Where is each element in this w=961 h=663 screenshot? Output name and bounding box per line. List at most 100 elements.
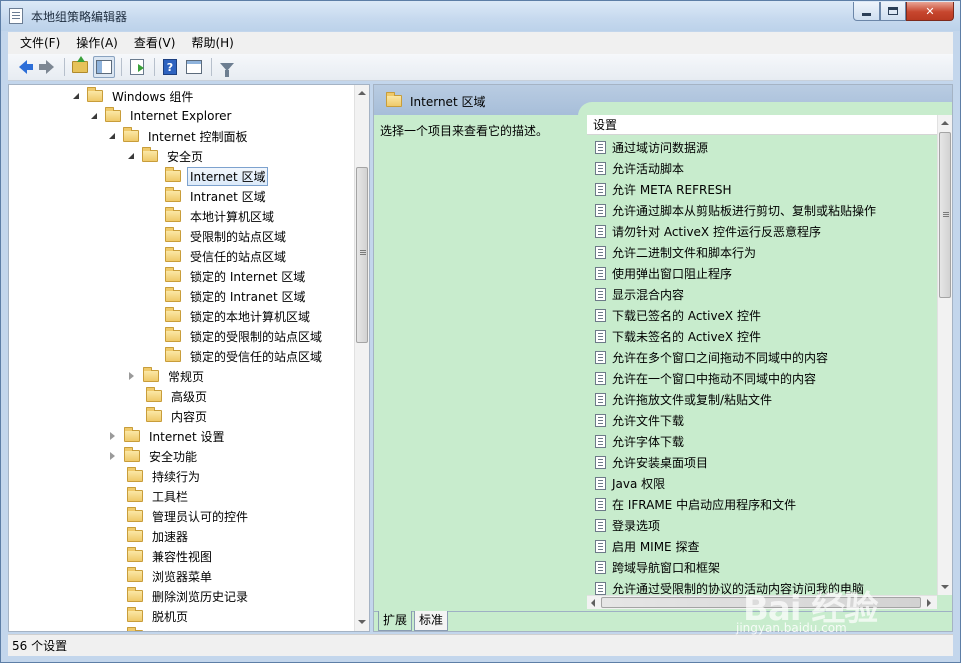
setting-row[interactable]: 通过域访问数据源 <box>587 137 708 158</box>
setting-row[interactable]: 允许拖放文件或复制/粘贴文件 <box>587 389 772 410</box>
tree-item-label: 删除浏览历史记录 <box>152 589 249 604</box>
tree-item[interactable]: 隐私 <box>107 626 179 631</box>
setting-row[interactable]: Java 权限 <box>587 473 665 494</box>
filter-button[interactable] <box>216 56 238 78</box>
setting-row[interactable]: 跨域导航窗口和框架 <box>587 557 720 578</box>
setting-row[interactable]: 允许活动脚本 <box>587 158 684 179</box>
scroll-up-icon[interactable] <box>941 121 949 125</box>
tree-item[interactable]: 脱机页 <box>107 606 191 626</box>
tree-item[interactable]: 常规页 <box>126 366 207 386</box>
tree-item[interactable]: Intranet 区域 <box>145 186 269 206</box>
scroll-up-icon[interactable] <box>358 91 366 95</box>
setting-row[interactable]: 允许在多个窗口之间拖动不同域中的内容 <box>587 347 828 368</box>
tree-item[interactable]: Internet Explorer <box>89 106 234 126</box>
tree-item[interactable]: Internet 区域 <box>145 166 269 186</box>
tree-item-label: 锁定的受信任的站点区域 <box>190 349 323 364</box>
back-button[interactable] <box>12 56 34 78</box>
scroll-down-icon[interactable] <box>358 620 366 624</box>
settings-scroll-thumb[interactable] <box>939 132 951 298</box>
tree-item[interactable]: Windows 组件 <box>71 86 196 106</box>
menu-bar: 文件(F) 操作(A) 查看(V) 帮助(H) <box>8 32 953 54</box>
tree-item[interactable]: 工具栏 <box>107 486 191 506</box>
tree-item[interactable]: 锁定的 Intranet 区域 <box>145 286 308 306</box>
toolbar-separator <box>211 58 212 76</box>
properties-button[interactable] <box>183 56 205 78</box>
setting-row[interactable]: 允许二进制文件和脚本行为 <box>587 242 756 263</box>
scroll-right-icon[interactable] <box>927 599 931 607</box>
setting-row[interactable]: 允许 META REFRESH <box>587 179 732 200</box>
expand-arrow-icon[interactable] <box>73 93 79 99</box>
title-bar[interactable]: 本地组策略编辑器 ✕ <box>1 1 960 31</box>
menu-action[interactable]: 操作(A) <box>68 32 126 54</box>
tree-item[interactable]: 锁定的受信任的站点区域 <box>145 346 325 366</box>
folder-icon <box>165 287 181 302</box>
setting-row[interactable]: 登录选项 <box>587 515 660 536</box>
setting-row[interactable]: 下载已签名的 ActiveX 控件 <box>587 305 761 326</box>
show-hide-tree-button[interactable] <box>93 56 115 78</box>
tree-item[interactable]: 内容页 <box>126 406 210 426</box>
tree-item[interactable]: 锁定的 Internet 区域 <box>145 266 308 286</box>
tree-item[interactable]: 本地计算机区域 <box>145 206 277 226</box>
folder-icon <box>87 87 103 102</box>
export-list-button[interactable] <box>126 56 148 78</box>
menu-view[interactable]: 查看(V) <box>126 32 184 54</box>
tree-item[interactable]: 受信任的站点区域 <box>145 246 289 266</box>
setting-row[interactable]: 显示混合内容 <box>587 284 684 305</box>
tree-item[interactable]: Internet 控制面板 <box>107 126 250 146</box>
tree-item[interactable]: Internet 设置 <box>107 426 227 446</box>
minimize-button[interactable] <box>853 2 880 21</box>
setting-row[interactable]: 在 IFRAME 中启动应用程序和文件 <box>587 494 796 515</box>
tree-item[interactable]: 受限制的站点区域 <box>145 226 289 246</box>
setting-label: 通过域访问数据源 <box>612 141 709 155</box>
setting-row[interactable]: 允许在一个窗口中拖动不同域中的内容 <box>587 368 816 389</box>
setting-row[interactable]: 下载未签名的 ActiveX 控件 <box>587 326 761 347</box>
setting-row[interactable]: 允许字体下载 <box>587 431 684 452</box>
setting-row[interactable]: 请勿针对 ActiveX 控件运行反恶意程序 <box>587 221 821 242</box>
menu-file[interactable]: 文件(F) <box>12 32 68 54</box>
tree-item[interactable]: 管理员认可的控件 <box>107 506 251 526</box>
tree-item[interactable]: 锁定的本地计算机区域 <box>145 306 313 326</box>
tree-item[interactable]: 浏览器菜单 <box>107 566 215 586</box>
tree-scroll-thumb[interactable] <box>356 167 368 343</box>
setting-row[interactable]: 允许通过脚本从剪贴板进行剪切、复制或粘贴操作 <box>587 200 876 221</box>
tree-item[interactable]: 安全页 <box>126 146 206 166</box>
policy-setting-icon <box>595 582 606 595</box>
setting-row[interactable]: 启用 MIME 探查 <box>587 536 699 557</box>
setting-row[interactable]: 使用弹出窗口阻止程序 <box>587 263 732 284</box>
status-bar: 56 个设置 <box>8 634 953 656</box>
forward-button[interactable] <box>36 56 58 78</box>
folder-icon <box>142 147 158 162</box>
settings-vertical-scrollbar[interactable] <box>937 115 952 595</box>
tree-item[interactable]: 安全功能 <box>107 446 200 466</box>
collapse-arrow-icon[interactable] <box>110 432 115 440</box>
tree-item[interactable]: 加速器 <box>107 526 191 546</box>
expand-arrow-icon[interactable] <box>91 113 97 119</box>
up-one-level-button[interactable] <box>69 56 91 78</box>
scroll-down-icon[interactable] <box>941 585 949 589</box>
policy-setting-icon <box>595 246 606 259</box>
tree-item[interactable]: 删除浏览历史记录 <box>107 586 251 606</box>
expand-arrow-icon[interactable] <box>128 153 134 159</box>
collapse-arrow-icon[interactable] <box>129 372 134 380</box>
tab-extended[interactable]: 扩展 <box>378 611 413 631</box>
setting-row[interactable]: 允许文件下载 <box>587 410 684 431</box>
menu-help[interactable]: 帮助(H) <box>183 32 241 54</box>
tab-standard[interactable]: 标准 <box>414 611 449 631</box>
tree-item[interactable]: 高级页 <box>126 386 210 406</box>
tree-item[interactable]: 锁定的受限制的站点区域 <box>145 326 325 346</box>
maximize-button[interactable] <box>880 2 906 21</box>
help-button[interactable]: ? <box>159 56 181 78</box>
close-button[interactable]: ✕ <box>906 2 954 21</box>
tree-vertical-scrollbar[interactable] <box>354 85 369 631</box>
tree-item[interactable]: 兼容性视图 <box>107 546 215 566</box>
setting-row[interactable]: 允许安装桌面项目 <box>587 452 708 473</box>
tree-item[interactable]: 持续行为 <box>107 466 203 486</box>
policy-setting-icon <box>595 561 606 574</box>
collapse-arrow-icon[interactable] <box>110 452 115 460</box>
expand-arrow-icon[interactable] <box>109 133 115 139</box>
column-header-setting[interactable]: 设置 <box>587 115 937 135</box>
scroll-left-icon[interactable] <box>591 599 595 607</box>
